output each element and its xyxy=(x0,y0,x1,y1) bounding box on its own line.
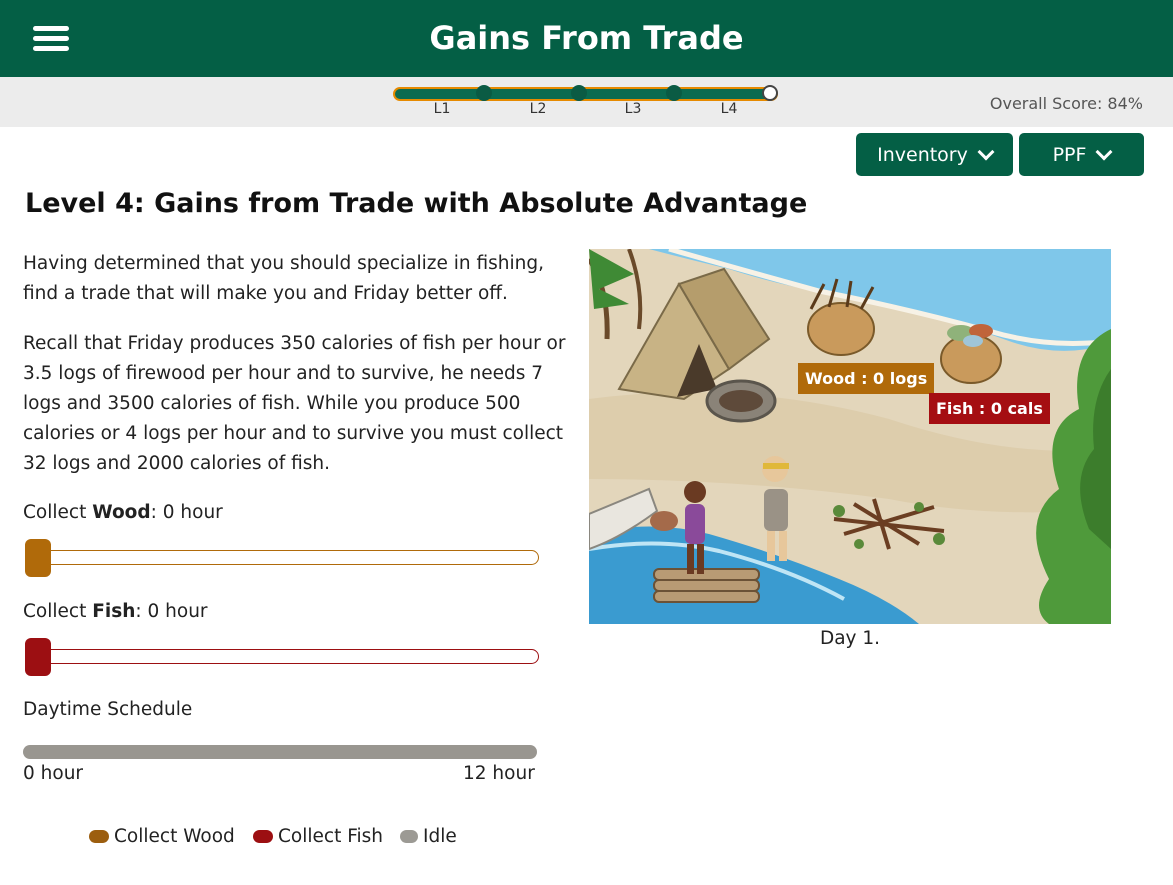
idle-swatch xyxy=(400,830,418,843)
schedule-max-label: 12 hour xyxy=(463,763,535,784)
level-title: Level 4: Gains from Trade with Absolute … xyxy=(25,188,808,219)
legend-item-fish: Collect Fish xyxy=(253,826,383,847)
level-progress-bar: L1 L2 L3 L4 Overall Score: 84% xyxy=(0,77,1173,127)
wood-swatch xyxy=(89,830,109,843)
wood-slider-label: Collect Wood: 0 hour xyxy=(23,502,223,523)
legend-item-wood: Collect Wood xyxy=(89,826,235,847)
fish-swatch xyxy=(253,830,273,843)
wood-count-badge: Wood : 0 logs xyxy=(798,363,935,394)
fish-count-badge: Fish : 0 cals xyxy=(929,393,1050,424)
level-marker-l1[interactable] xyxy=(476,85,492,101)
schedule-label: Daytime Schedule xyxy=(23,699,193,720)
wood-slider-handle[interactable] xyxy=(25,539,51,577)
level-label-l1: L1 xyxy=(433,101,451,117)
level-marker-l3[interactable] xyxy=(666,85,682,101)
level-label-l4: L4 xyxy=(720,101,738,117)
schedule-bar xyxy=(23,745,537,759)
app-title: Gains From Trade xyxy=(429,19,744,57)
ppf-label: PPF xyxy=(1052,143,1087,166)
schedule-min-label: 0 hour xyxy=(23,763,84,784)
day-caption: Day 1. xyxy=(819,628,881,649)
legend-item-idle: Idle xyxy=(400,826,457,847)
level-label-l3: L3 xyxy=(624,101,642,117)
island-scene: Wood : 0 logs Fish : 0 cals xyxy=(589,249,1111,624)
wood-slider-track[interactable] xyxy=(25,550,539,565)
fish-slider-label: Collect Fish: 0 hour xyxy=(23,601,208,622)
inventory-label: Inventory xyxy=(877,143,968,166)
ppf-dropdown-button[interactable]: PPF xyxy=(1019,133,1144,176)
level-marker-l2[interactable] xyxy=(571,85,587,101)
level-marker-l4[interactable] xyxy=(762,85,778,101)
instruction-paragraph: Having determined that you should specia… xyxy=(23,253,545,304)
recall-paragraph: Recall that Friday produces 350 calories… xyxy=(23,333,566,474)
level-label-l2: L2 xyxy=(529,101,547,117)
fish-slider-handle[interactable] xyxy=(25,638,51,676)
chevron-down-icon xyxy=(977,143,995,160)
overall-score: Overall Score: 84% xyxy=(989,94,1143,113)
fish-slider-track[interactable] xyxy=(25,649,539,664)
chevron-down-icon xyxy=(1095,143,1113,160)
app-header: Gains From Trade xyxy=(0,0,1173,77)
inventory-dropdown-button[interactable]: Inventory xyxy=(856,133,1013,176)
